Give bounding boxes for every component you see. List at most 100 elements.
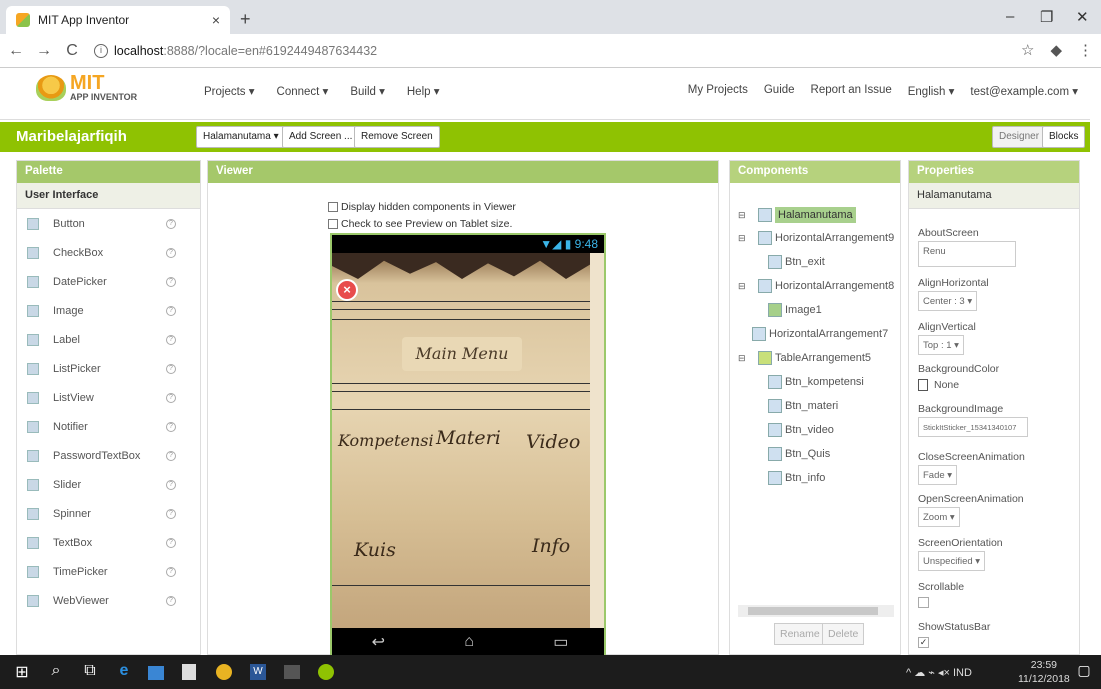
help-icon[interactable]: ? <box>166 392 176 403</box>
palette-item-textbox[interactable]: TextBox? <box>17 528 200 557</box>
color-swatch[interactable] <box>918 379 928 391</box>
browser-menu-icon[interactable]: ⋮ <box>1078 41 1093 59</box>
help-icon[interactable]: ? <box>166 450 176 461</box>
show-status-bar-checkbox[interactable]: ✓ <box>918 637 929 648</box>
tree-node-image1[interactable]: Image1 <box>768 303 822 317</box>
collapse-toggle-icon[interactable]: ⊟ <box>738 281 748 292</box>
open-animation-select[interactable]: Zoom ▾ <box>918 507 960 527</box>
app-inventor-taskbar-icon[interactable] <box>318 664 334 680</box>
align-vertical-select[interactable]: Top : 1 ▾ <box>918 335 964 355</box>
minimize-icon[interactable]: – <box>1006 8 1014 25</box>
tree-node-horizontalarrangement9[interactable]: ⊟ HorizontalArrangement9 <box>738 231 894 245</box>
help-icon[interactable]: ? <box>166 247 176 258</box>
collapse-toggle-icon[interactable]: ⊟ <box>738 353 748 364</box>
menu-projects[interactable]: Projects ▾ <box>204 84 255 98</box>
kuis-button[interactable]: Kuis <box>354 539 396 561</box>
palette-item-spinner[interactable]: Spinner? <box>17 499 200 528</box>
back-icon[interactable]: ← <box>4 42 28 60</box>
reload-icon[interactable]: C <box>60 42 84 60</box>
palette-item-notifier[interactable]: Notifier? <box>17 412 200 441</box>
report-issue-link[interactable]: Report an Issue <box>811 84 892 98</box>
scrollable-checkbox[interactable] <box>918 597 929 608</box>
new-tab-icon[interactable]: + <box>240 9 251 30</box>
language-menu[interactable]: English ▾ <box>908 84 955 98</box>
help-icon[interactable]: ? <box>166 363 176 374</box>
store-icon[interactable] <box>182 664 196 680</box>
recent-nav-icon[interactable]: ▭ <box>553 632 568 652</box>
close-tab-icon[interactable]: × <box>212 12 220 28</box>
home-nav-icon[interactable]: ⌂ <box>464 633 474 651</box>
help-icon[interactable]: ? <box>166 508 176 519</box>
tree-node-btn_quis[interactable]: Btn_Quis <box>768 447 830 461</box>
chrome-icon[interactable] <box>216 664 232 680</box>
back-nav-icon[interactable]: ↩ <box>372 632 385 652</box>
task-view-icon[interactable]: ⧉ <box>80 662 100 682</box>
my-projects-link[interactable]: My Projects <box>688 84 748 98</box>
edge-icon[interactable]: e <box>114 662 134 682</box>
add-screen-button[interactable]: Add Screen ... <box>282 126 360 148</box>
tree-node-btn_exit[interactable]: Btn_exit <box>768 255 825 269</box>
checkbox-box[interactable] <box>328 219 338 229</box>
checkbox-box[interactable] <box>328 202 338 212</box>
site-info-icon[interactable]: i <box>94 43 108 58</box>
tree-node-btn_video[interactable]: Btn_video <box>768 423 834 437</box>
screen-select[interactable]: Halamanutama ▾ <box>196 126 286 148</box>
kompetensi-button[interactable]: Kompetensi <box>338 431 434 450</box>
menu-help[interactable]: Help ▾ <box>407 84 440 98</box>
tree-node-btn_materi[interactable]: Btn_materi <box>768 399 838 413</box>
help-icon[interactable]: ? <box>166 305 176 316</box>
background-color-picker[interactable]: None <box>918 379 959 391</box>
palette-item-listpicker[interactable]: ListPicker? <box>17 354 200 383</box>
file-explorer-icon[interactable] <box>148 666 164 680</box>
palette-item-webviewer[interactable]: WebViewer? <box>17 586 200 615</box>
delete-button[interactable]: Delete <box>822 623 865 645</box>
word-icon[interactable]: W <box>250 664 266 680</box>
url-field[interactable]: i localhost:8888/?locale=en#619244948763… <box>94 38 994 64</box>
palette-item-datepicker[interactable]: DatePicker? <box>17 267 200 296</box>
info-button[interactable]: Info <box>532 535 570 557</box>
video-button[interactable]: Video <box>526 431 580 453</box>
tree-node-horizontalarrangement8[interactable]: ⊟ HorizontalArrangement8 <box>738 279 894 293</box>
system-tray[interactable]: ^ ☁ ⌁ ◂× IND <box>906 666 972 679</box>
bookmark-star-icon[interactable]: ☆ <box>1021 41 1034 59</box>
palette-item-timepicker[interactable]: TimePicker? <box>17 557 200 586</box>
tree-node-halamanutama[interactable]: ⊟ Halamanutama <box>738 207 856 223</box>
align-horizontal-select[interactable]: Center : 3 ▾ <box>918 291 978 311</box>
tree-node-btn_kompetensi[interactable]: Btn_kompetensi <box>768 375 864 389</box>
tree-node-tablearrangement5[interactable]: ⊟ TableArrangement5 <box>738 351 871 365</box>
maximize-icon[interactable]: ❐ <box>1040 8 1053 26</box>
guide-link[interactable]: Guide <box>764 84 795 98</box>
help-icon[interactable]: ? <box>166 421 176 432</box>
phone-scrollbar[interactable] <box>590 253 604 631</box>
palette-item-checkbox[interactable]: CheckBox? <box>17 238 200 267</box>
mit-logo[interactable]: MIT APP INVENTOR <box>36 73 137 102</box>
help-icon[interactable]: ? <box>166 595 176 606</box>
help-icon[interactable]: ? <box>166 479 176 490</box>
scroll-thumb[interactable] <box>748 607 878 615</box>
background-image-field[interactable]: StickItSticker_15341340107 <box>918 417 1028 437</box>
notification-icon[interactable]: ▢ <box>1074 662 1094 682</box>
palette-item-passwordtextbox[interactable]: PasswordTextBox? <box>17 441 200 470</box>
materi-button[interactable]: Materi <box>436 427 501 449</box>
remove-screen-button[interactable]: Remove Screen <box>354 126 440 148</box>
palette-item-listview[interactable]: ListView? <box>17 383 200 412</box>
rename-button[interactable]: Rename <box>774 623 826 645</box>
close-animation-select[interactable]: Fade ▾ <box>918 465 958 485</box>
collapse-toggle-icon[interactable]: ⊟ <box>738 210 748 221</box>
palette-item-button[interactable]: Button? <box>17 209 200 238</box>
account-menu[interactable]: test@example.com ▾ <box>970 84 1078 98</box>
components-scrollbar[interactable] <box>738 605 894 617</box>
hidden-components-checkbox[interactable]: Display hidden components in Viewer <box>328 201 516 213</box>
help-icon[interactable]: ? <box>166 566 176 577</box>
tablet-preview-checkbox[interactable]: Check to see Preview on Tablet size. <box>328 218 512 230</box>
exit-button[interactable]: × <box>336 279 358 301</box>
about-screen-field[interactable]: Renu <box>918 241 1016 267</box>
designer-button[interactable]: Designer <box>992 126 1047 148</box>
blocks-button[interactable]: Blocks <box>1042 126 1086 148</box>
extension-icon[interactable]: ◆ <box>1050 41 1062 59</box>
browser-tab[interactable]: MIT App Inventor × <box>6 6 230 34</box>
collapse-toggle-icon[interactable]: ⊟ <box>738 233 748 244</box>
menu-connect[interactable]: Connect ▾ <box>277 84 329 98</box>
palette-item-label[interactable]: Label? <box>17 325 200 354</box>
forward-icon[interactable]: → <box>32 42 56 60</box>
